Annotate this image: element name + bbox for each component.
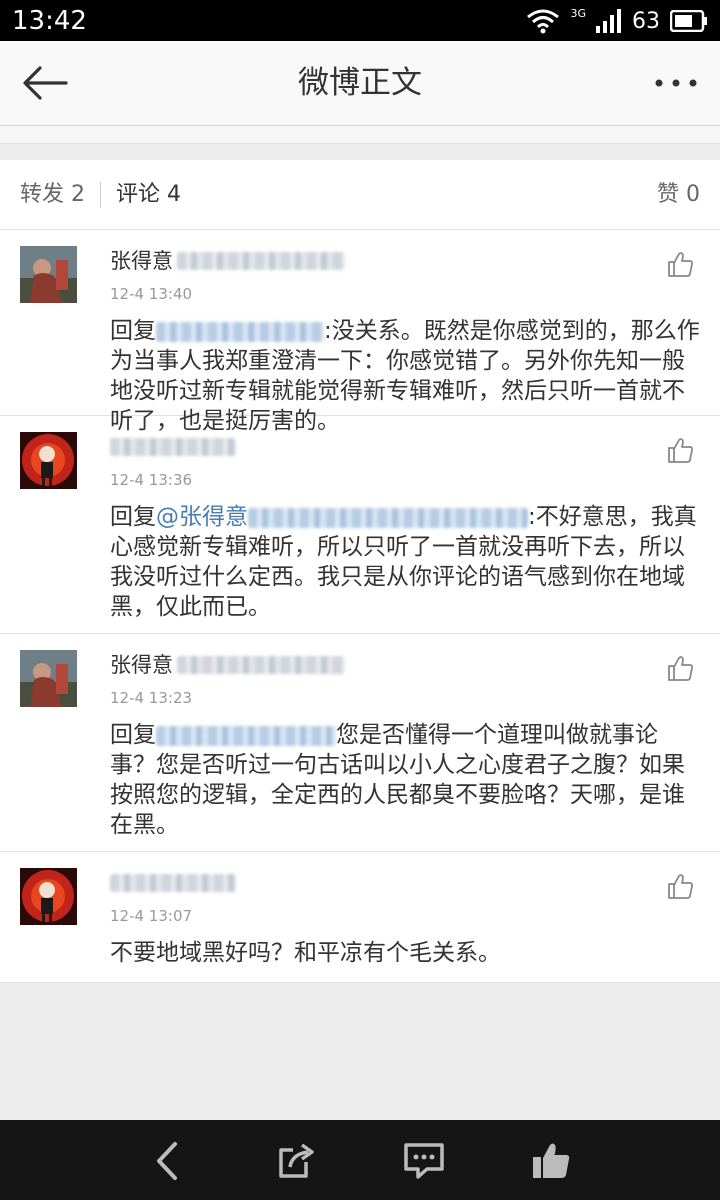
comment-body: 不要地域黑好吗？和平凉有个毛关系。 — [110, 940, 501, 966]
comment-time: 12-4 13:40 — [110, 285, 193, 303]
battery-icon — [670, 10, 707, 32]
mention-link[interactable]: @张得意 — [156, 504, 248, 530]
tab-comment[interactable]: 评论 4 — [116, 160, 181, 229]
comment-author[interactable] — [110, 866, 700, 900]
reply-prefix: 回复 — [110, 318, 156, 344]
thumbs-up-icon[interactable] — [530, 1140, 572, 1182]
reply-prefix: 回复 — [110, 722, 156, 748]
more-dots-icon[interactable] — [654, 75, 698, 91]
avatar[interactable] — [20, 432, 77, 489]
share-icon[interactable] — [276, 1140, 318, 1182]
mention-blurred[interactable] — [156, 321, 324, 342]
reply-prefix: 回复 — [110, 504, 156, 530]
author-name[interactable]: 张得意 — [110, 244, 173, 278]
comment-text: 回复@张得意:不好意思，我真心感觉新专辑难听，所以只听了一首就没再听下去，所以我… — [110, 502, 700, 622]
author-name-blurred — [177, 656, 345, 674]
avatar[interactable] — [20, 246, 77, 303]
author-name-blurred — [177, 252, 345, 270]
thumbs-up-icon[interactable] — [666, 250, 694, 278]
comment-text: 不要地域黑好吗？和平凉有个毛关系。 — [110, 938, 700, 968]
bottom-toolbar — [0, 1120, 720, 1200]
mention-blurred[interactable] — [248, 507, 528, 528]
status-time: 13:42 — [12, 6, 87, 36]
page-title: 微博正文 — [298, 65, 422, 101]
avatar[interactable] — [20, 650, 77, 707]
thumbs-up-icon[interactable] — [666, 654, 694, 682]
comment-item[interactable]: 张得意 12-4 13:40 回复:没关系。既然是你感觉到的，那么作为当事人我郑… — [0, 230, 720, 434]
author-name-blurred — [110, 438, 236, 456]
tab-like[interactable]: 赞 0 — [657, 160, 700, 229]
comment-time: 12-4 13:07 — [110, 907, 193, 925]
tab-bar: 转发 2 评论 4 赞 0 — [0, 160, 720, 230]
network-type: 3G — [570, 6, 586, 20]
author-name[interactable]: 张得意 — [110, 648, 173, 682]
comment-icon[interactable] — [403, 1140, 445, 1182]
comment-time: 12-4 13:23 — [110, 689, 193, 707]
wifi-icon — [527, 9, 560, 34]
comment-time: 12-4 13:36 — [110, 471, 193, 489]
comment-author[interactable]: 张得意 — [110, 648, 700, 682]
comment-text: 回复 您是否懂得一个道理叫做就事论事？您是否听过一句古话叫以小人之心度君子之腹？如… — [110, 720, 700, 840]
battery-percent: 63 — [632, 8, 660, 34]
comment-item[interactable]: 12-4 13:07 不要地域黑好吗？和平凉有个毛关系。 — [0, 852, 720, 982]
comment-author[interactable]: 张得意 — [110, 244, 700, 278]
back-chevron-icon[interactable] — [147, 1140, 189, 1182]
title-bar: 微博正文 — [0, 41, 720, 126]
status-icons: 3G 63 — [526, 6, 708, 36]
comment-author[interactable] — [110, 430, 700, 464]
tab-divider — [100, 182, 101, 208]
signal-icon — [596, 9, 621, 33]
header-separator — [0, 126, 720, 144]
status-bar: 13:42 3G 63 — [0, 0, 720, 41]
author-name-blurred — [110, 874, 236, 892]
tab-repost[interactable]: 转发 2 — [20, 160, 85, 229]
thumbs-up-icon[interactable] — [666, 436, 694, 464]
thumbs-up-icon[interactable] — [666, 872, 694, 900]
mention-blurred[interactable] — [156, 725, 336, 746]
comment-list: 张得意 12-4 13:40 回复:没关系。既然是你感觉到的，那么作为当事人我郑… — [0, 230, 720, 983]
avatar[interactable] — [20, 868, 77, 925]
comment-item[interactable]: 12-4 13:36 回复@张得意:不好意思，我真心感觉新专辑难听，所以只听了一… — [0, 416, 720, 634]
comment-item[interactable]: 张得意 12-4 13:23 回复 您是否懂得一个道理叫做就事论事？您是否听过一句… — [0, 634, 720, 852]
